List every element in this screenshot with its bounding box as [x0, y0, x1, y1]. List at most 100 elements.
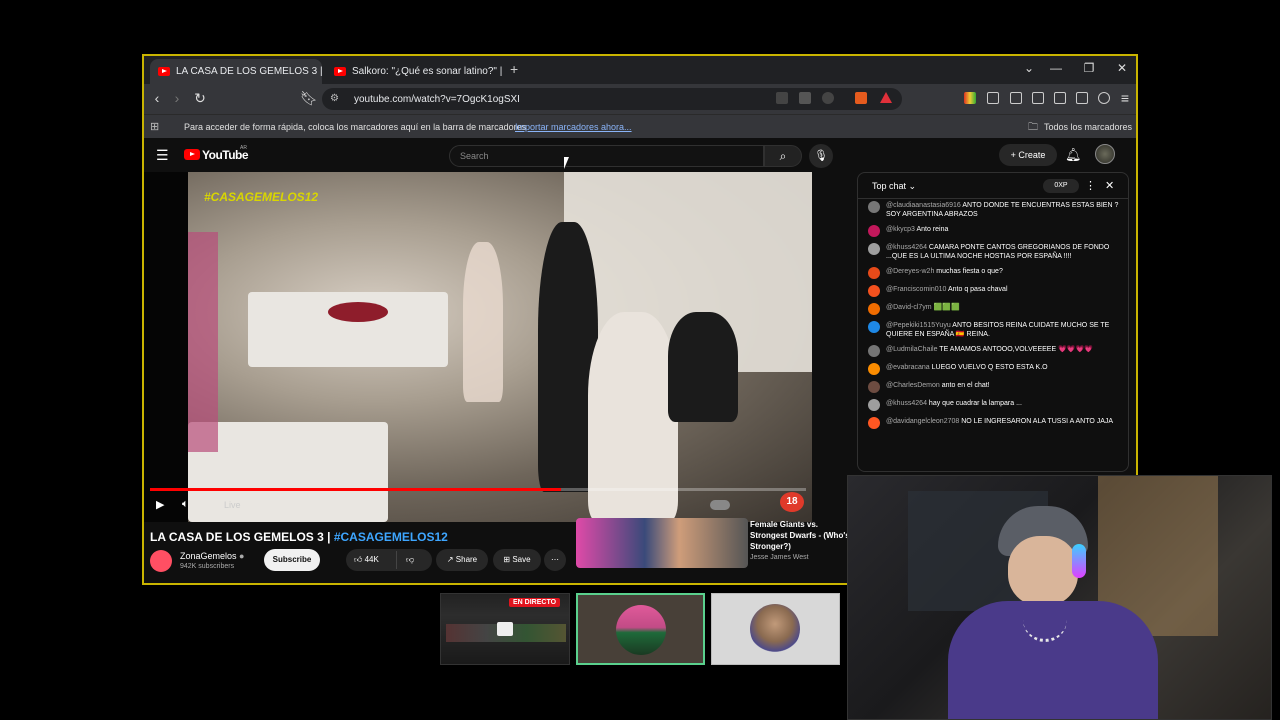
save-button[interactable]: ⊞ Save — [493, 549, 541, 571]
chat-close-icon[interactable]: ✕ — [1105, 179, 1114, 192]
chat-message[interactable]: @claudiaanastasia6916 ANTO DONDE TE ENCU… — [868, 201, 1120, 219]
chat-author[interactable]: @CharlesDemon — [886, 382, 940, 389]
minimize-icon[interactable]: — — [1046, 61, 1066, 75]
more-actions-icon[interactable]: ⋯ — [544, 549, 566, 571]
cast-icon[interactable] — [776, 92, 788, 104]
volume-icon[interactable]: 🔈︎ — [182, 498, 189, 511]
chat-author[interactable]: @Franciscomin010 — [886, 286, 946, 293]
chat-message[interactable]: @evabracana LUEGO VUELVO Q ESTO ESTA K.O — [868, 363, 1120, 375]
search-button[interactable]: ⌕ — [764, 145, 802, 167]
channel-avatar[interactable] — [150, 550, 172, 572]
chat-text: anto en el chat! — [941, 382, 990, 389]
chat-more-icon[interactable]: ⋮ — [1085, 179, 1096, 192]
chat-author-avatar[interactable] — [868, 363, 880, 375]
chat-message[interactable]: @LudmilaChaile TE AMAMOS ANTOOO,VOLVEEEE… — [868, 345, 1120, 357]
chat-author-avatar[interactable] — [868, 201, 880, 213]
chat-author-avatar[interactable] — [868, 225, 880, 237]
video-overlay-hashtag: #CASAGEMELOS12 — [204, 190, 319, 204]
chat-author[interactable]: @LudmilaChaile — [886, 346, 937, 353]
notifications-bell-icon[interactable]: 🔔︎ — [1065, 147, 1082, 163]
search-input[interactable]: Search — [449, 145, 764, 167]
new-tab-button[interactable]: + — [510, 61, 518, 77]
back-icon[interactable]: ‹ — [148, 90, 166, 106]
wallet-icon[interactable] — [1054, 92, 1066, 104]
extensions-puzzle-icon[interactable] — [987, 92, 999, 104]
chat-message[interactable]: @kkycp3 Anto reina — [868, 225, 1120, 237]
chat-author[interactable]: @claudiaanastasia6916 — [886, 202, 961, 209]
play-icon[interactable]: ▶ — [156, 498, 164, 511]
apps-grid-icon[interactable]: ⊞ — [150, 120, 159, 133]
brave-rewards-icon[interactable] — [880, 92, 892, 103]
import-bookmarks-link[interactable]: Importar marcadores ahora... — [515, 122, 632, 132]
recommended-video-thumbnail[interactable] — [576, 518, 748, 568]
chat-message[interactable]: @CharlesDemon anto en el chat! — [868, 381, 1120, 393]
hamburger-menu-icon[interactable]: ☰ — [156, 147, 169, 164]
restore-icon[interactable]: ❐ — [1079, 61, 1099, 75]
chat-author-avatar[interactable] — [868, 345, 880, 357]
address-bar[interactable]: ⚙︎ youtube.com/watch?v=7OgcK1ogSXI — [322, 88, 902, 110]
brave-shields-icon[interactable] — [855, 92, 867, 104]
chat-message[interactable]: @Dereyes-w2h muchas fiesta o que? — [868, 267, 1120, 279]
vpn-icon[interactable] — [1098, 92, 1110, 104]
voice-search-button[interactable]: 🎙︎ — [809, 144, 833, 168]
subscribe-button[interactable]: Subscribe — [264, 549, 320, 571]
extension-icon[interactable] — [964, 92, 976, 104]
autoplay-toggle[interactable] — [710, 500, 730, 510]
recommended-video-title[interactable]: Female Giants vs. Strongest Dwarfs - (Wh… — [750, 519, 850, 552]
xp-badge[interactable]: 0XP — [1043, 179, 1079, 193]
chat-message[interactable]: @Franciscomin010 Anto q pasa chaval — [868, 285, 1120, 297]
bookmark-icon[interactable]: 🔖︎ — [300, 90, 318, 107]
menu-icon[interactable]: ≡ — [1116, 90, 1134, 106]
chat-author-avatar[interactable] — [868, 303, 880, 315]
chat-message[interactable]: @David-cl7ym 🟩🟩🟩 — [868, 303, 1120, 315]
channel-name[interactable]: ZonaGemelos ● — [180, 551, 244, 561]
chat-text: Anto q pasa chaval — [947, 286, 1008, 293]
tab-inactive[interactable]: Salkoro: "¿Qué es sonar latino?" | Ent — [326, 59, 502, 84]
translate-icon[interactable] — [799, 92, 811, 104]
share-button[interactable]: ↗ Share — [436, 549, 488, 571]
account-avatar[interactable] — [1095, 144, 1115, 164]
chat-author[interactable]: @Pepekiki1515Yuyu — [886, 322, 951, 329]
chat-author[interactable]: @evabracana — [886, 364, 930, 371]
leo-ai-icon[interactable] — [1076, 92, 1088, 104]
forward-icon[interactable]: › — [168, 90, 186, 106]
chat-author-avatar[interactable] — [868, 417, 880, 429]
site-info-icon[interactable]: ⚙︎ — [330, 93, 339, 104]
chat-author-avatar[interactable] — [868, 285, 880, 297]
live-label[interactable]: Live — [224, 500, 241, 510]
chat-author-avatar[interactable] — [868, 381, 880, 393]
chat-author-avatar[interactable] — [868, 243, 880, 255]
tab-search-icon[interactable]: ⌄ — [1019, 61, 1039, 75]
like-button[interactable]: 👍︎ 44K — [354, 549, 379, 571]
recommended-video-channel[interactable]: Jesse James West — [750, 554, 809, 561]
progress-bar[interactable] — [150, 488, 806, 491]
chat-author-avatar[interactable] — [868, 321, 880, 333]
reload-icon[interactable]: ↻ — [191, 90, 209, 107]
video-title-hashtag[interactable]: #CASAGEMELOS12 — [334, 530, 448, 544]
chat-message[interactable]: @davidangelcleon2708 NO LE INGRESARON AL… — [868, 417, 1120, 429]
all-bookmarks-button[interactable]: Todos los marcadores — [1044, 122, 1132, 132]
chat-mode-dropdown[interactable]: Top chat ⌄ — [872, 181, 916, 192]
media-icon[interactable] — [1010, 92, 1022, 104]
tab-active[interactable]: LA CASA DE LOS GEMELOS 3 | # ✕ — [150, 59, 322, 84]
youtube-logo-icon[interactable] — [184, 149, 200, 160]
chat-author[interactable]: @khuss4264 — [886, 400, 927, 407]
chat-author[interactable]: @davidangelcleon2708 — [886, 418, 959, 425]
chat-message[interactable]: @khuss4264 CAMARA PONTE CANTOS GREGORIAN… — [868, 243, 1120, 261]
chat-author[interactable]: @Dereyes-w2h — [886, 268, 934, 275]
dislike-icon[interactable]: 👎︎ — [406, 549, 414, 571]
create-button[interactable]: + Create — [999, 144, 1057, 166]
chat-author-avatar[interactable] — [868, 399, 880, 411]
chat-author[interactable]: @David-cl7ym — [886, 304, 932, 311]
chat-message[interactable]: @Pepekiki1515Yuyu ANTO BESITOS REINA CUI… — [868, 321, 1120, 339]
chat-author-avatar[interactable] — [868, 267, 880, 279]
chat-message-body: @LudmilaChaile TE AMAMOS ANTOOO,VOLVEEEE… — [886, 345, 1093, 357]
sidebar-icon[interactable] — [1032, 92, 1044, 104]
chat-text: hay que cuadrar la lampara ... — [928, 400, 1022, 407]
zoom-icon[interactable] — [822, 92, 834, 104]
chat-message[interactable]: @khuss4264 hay que cuadrar la lampara ..… — [868, 399, 1120, 411]
chat-author[interactable]: @khuss4264 — [886, 244, 927, 251]
close-window-icon[interactable]: ✕ — [1112, 61, 1132, 75]
chat-author[interactable]: @kkycp3 — [886, 226, 915, 233]
video-player[interactable]: #CASAGEMELOS12 ▶ 🔈︎ Live 18 ⤢ — [144, 172, 812, 522]
